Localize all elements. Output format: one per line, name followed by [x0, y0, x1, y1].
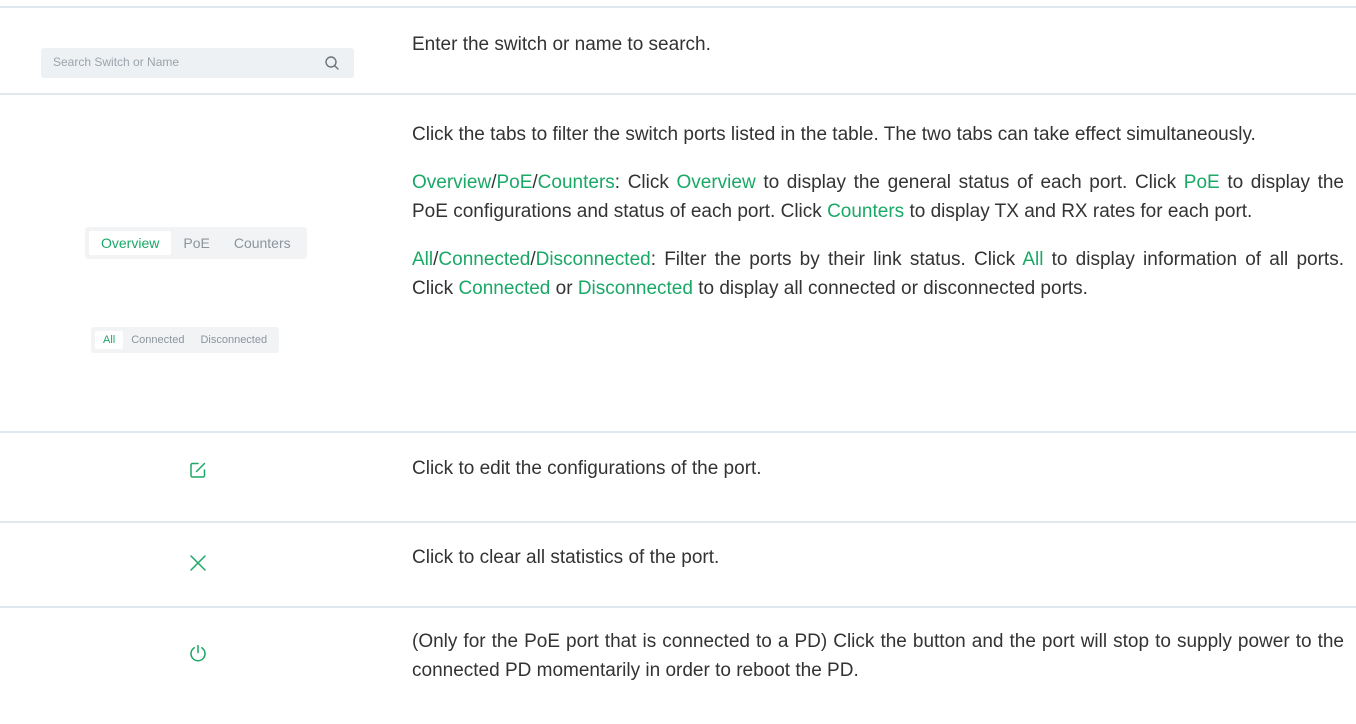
tab-connected[interactable]: Connected	[123, 331, 192, 349]
edit-icon[interactable]	[188, 460, 208, 480]
row-edit: Click to edit the configurations of the …	[0, 431, 1356, 523]
search-example: Search Switch or Name	[0, 8, 396, 95]
close-icon[interactable]	[189, 554, 207, 572]
tab-overview[interactable]: Overview	[89, 231, 172, 255]
row-tabs: Overview PoE Counters All Connected Disc…	[0, 93, 1356, 433]
tabs-example: Overview PoE Counters All Connected Disc…	[0, 95, 396, 433]
row-clear: Click to clear all statistics of the por…	[0, 521, 1356, 608]
tab-counters[interactable]: Counters	[222, 231, 303, 255]
tabs-intro: Click the tabs to filter the switch port…	[412, 124, 1256, 145]
search-input[interactable]: Search Switch or Name	[41, 48, 354, 78]
tab-group-view: Overview PoE Counters	[85, 227, 307, 259]
tab-disconnected[interactable]: Disconnected	[192, 331, 275, 349]
clear-description: Click to clear all statistics of the por…	[412, 547, 720, 568]
edit-description: Click to edit the configurations of the …	[412, 458, 762, 479]
search-icon[interactable]	[324, 55, 340, 71]
search-description: Enter the switch or name to search.	[412, 34, 711, 55]
power-description: (Only for the PoE port that is connected…	[412, 631, 1344, 681]
tabs-view-description: Overview/PoE/Counters: Click Overview to…	[412, 172, 1344, 222]
tabs-status-description: All/Connected/Disconnected: Filter the p…	[412, 249, 1344, 299]
tab-poe[interactable]: PoE	[171, 231, 221, 255]
power-icon[interactable]	[188, 643, 208, 663]
row-power: (Only for the PoE port that is connected…	[0, 606, 1356, 724]
tab-all[interactable]: All	[95, 331, 124, 349]
search-placeholder: Search Switch or Name	[53, 55, 180, 69]
row-search: Search Switch or Name Enter the switch o…	[0, 6, 1356, 95]
tab-group-status: All Connected Disconnected	[91, 327, 280, 353]
